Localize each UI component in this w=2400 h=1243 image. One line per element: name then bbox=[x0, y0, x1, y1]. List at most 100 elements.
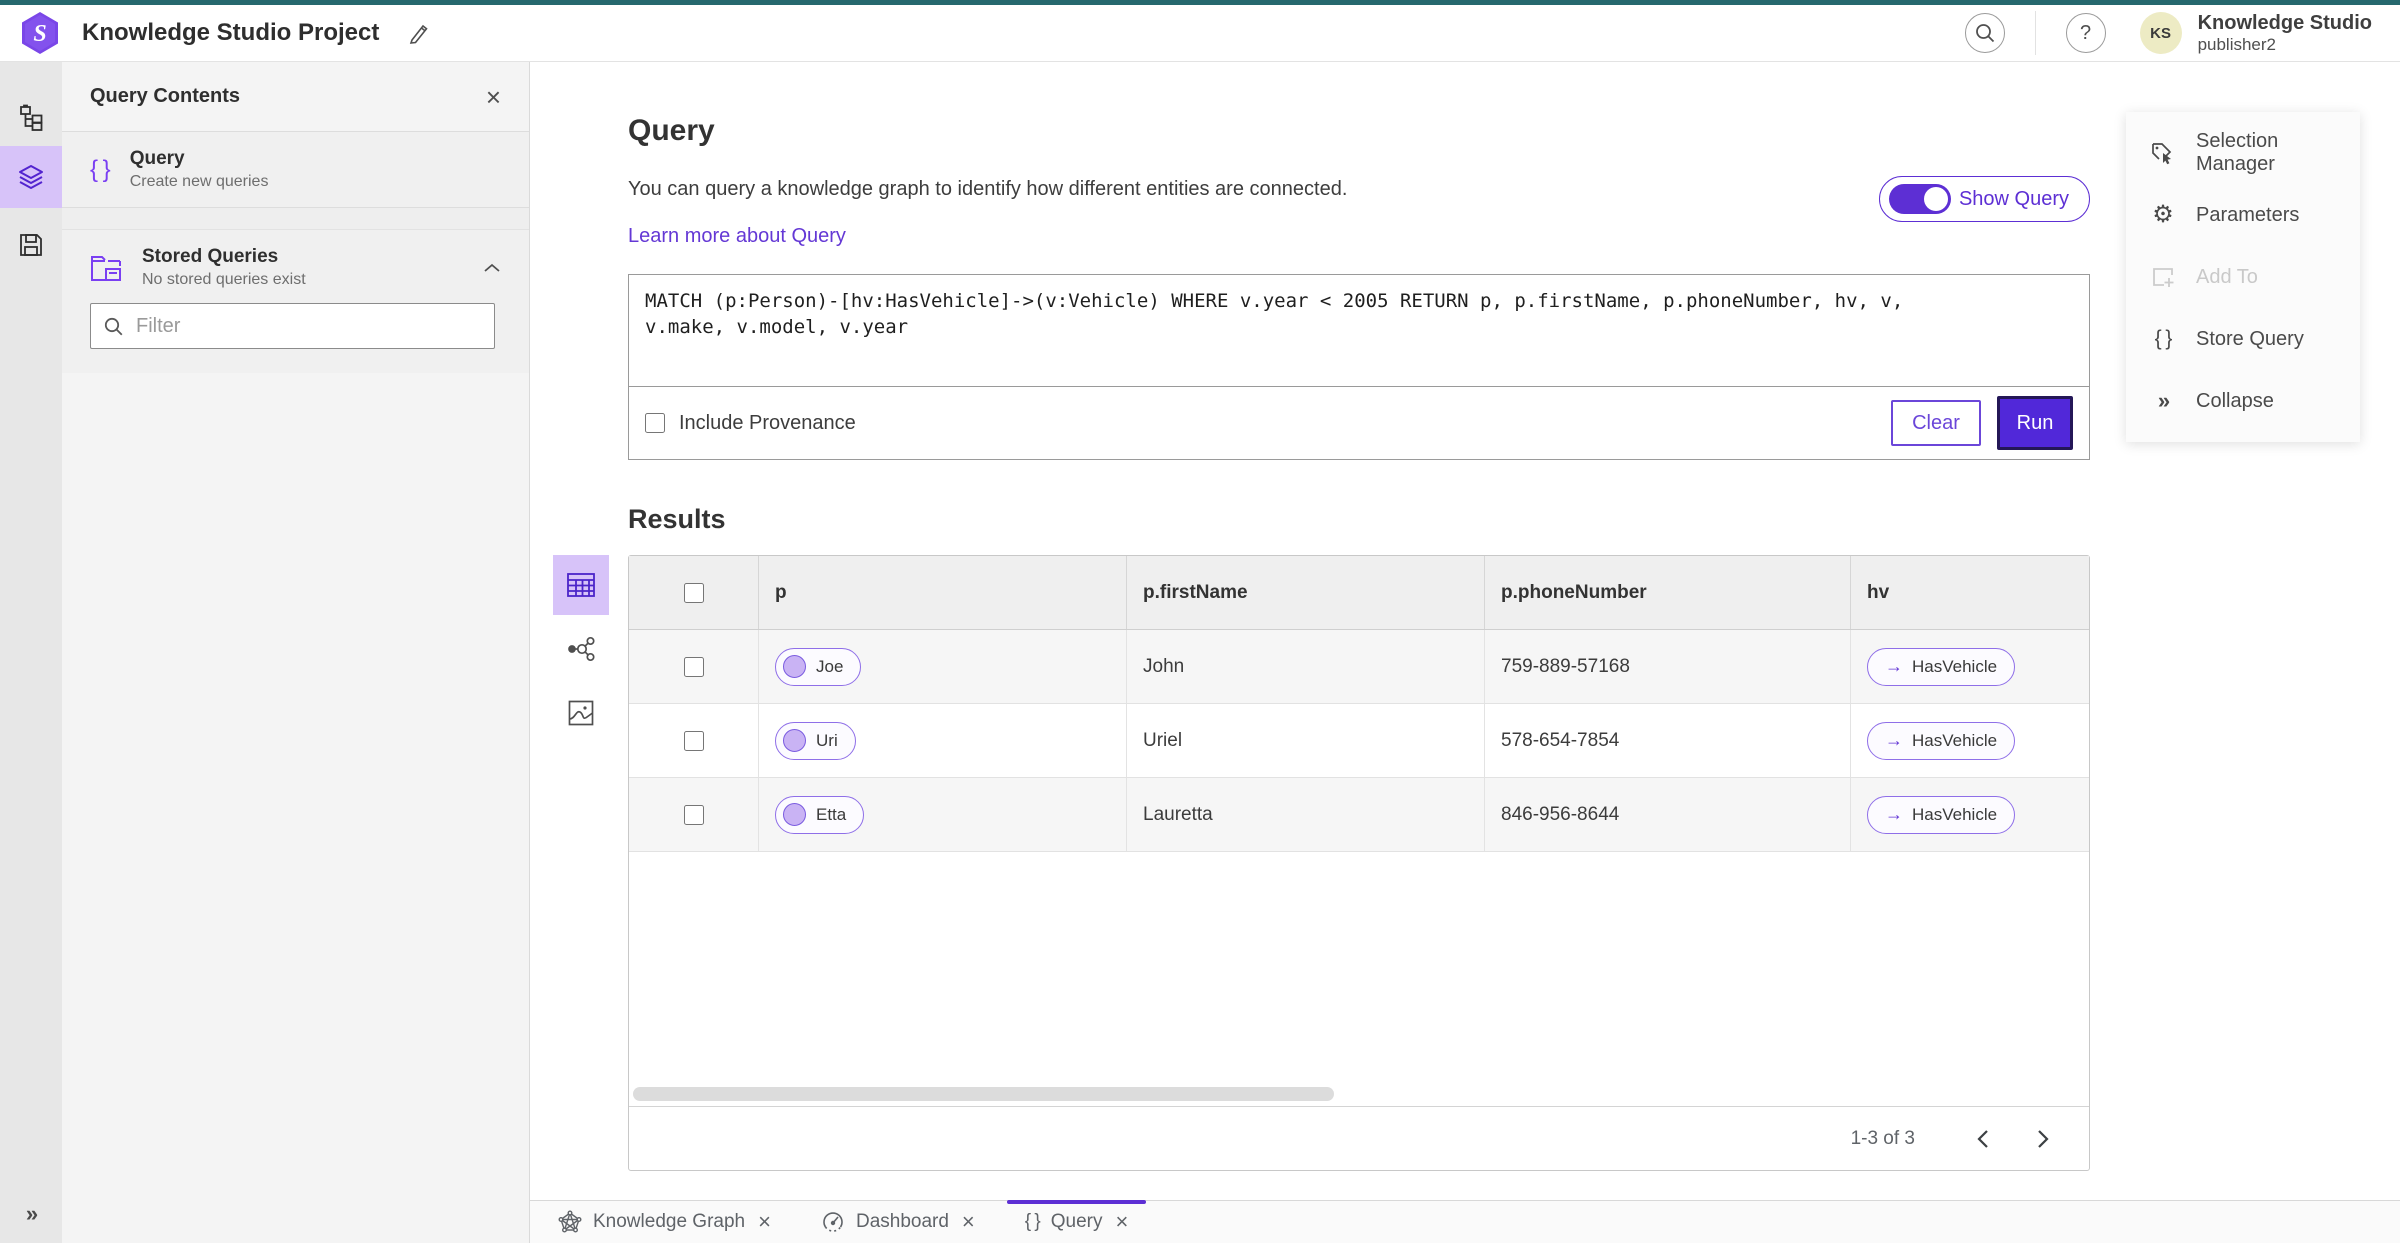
hierarchy-tree-icon bbox=[19, 104, 42, 131]
show-query-toggle[interactable]: Show Query bbox=[1878, 176, 2090, 222]
show-query-label: Show Query bbox=[1958, 187, 2069, 210]
parameters-button[interactable]: ⚙ Parameters bbox=[2126, 184, 2360, 246]
search-button[interactable] bbox=[1964, 13, 2005, 53]
table-view-button[interactable] bbox=[553, 555, 609, 615]
user-avatar[interactable]: KS bbox=[2139, 12, 2182, 54]
table-row: Joe John 759-889-57168 → HasVehicle bbox=[629, 630, 2089, 704]
previous-page-button[interactable] bbox=[1967, 1123, 1999, 1155]
graph-view-icon bbox=[568, 636, 595, 662]
product-name: Knowledge Studio bbox=[2197, 11, 2372, 34]
query-editor-footer: Include Provenance Clear Run bbox=[629, 387, 2089, 459]
query-text-editor[interactable]: MATCH (p:Person)-[hv:HasVehicle]->(v:Veh… bbox=[629, 275, 2089, 387]
header-divider bbox=[2034, 11, 2036, 55]
help-icon: ? bbox=[2080, 21, 2092, 44]
row-checkbox[interactable] bbox=[683, 804, 704, 825]
edge-arrow-icon: → bbox=[1885, 804, 1903, 824]
help-button[interactable]: ? bbox=[2065, 13, 2106, 53]
query-editor-container: MATCH (p:Person)-[hv:HasVehicle]->(v:Veh… bbox=[628, 274, 2090, 1169]
include-provenance-checkbox[interactable] bbox=[645, 413, 665, 433]
selection-manager-button[interactable]: Selection Manager bbox=[2126, 122, 2360, 184]
query-actions-menu: Selection Manager ⚙ Parameters Add To { … bbox=[2126, 112, 2360, 442]
edit-title-icon[interactable] bbox=[407, 21, 431, 45]
table-empty-space bbox=[629, 852, 2089, 1106]
query-contents-panel: Query Contents × { } Query Create new qu… bbox=[62, 62, 530, 1243]
user-info: Knowledge Studio publisher2 bbox=[2198, 12, 2372, 55]
include-provenance-label: Include Provenance bbox=[679, 411, 856, 434]
panel-section-gap bbox=[62, 208, 529, 230]
collapse-icon: » bbox=[2157, 388, 2170, 413]
column-header-p[interactable]: p bbox=[759, 556, 1127, 629]
tab-query-active[interactable]: { } Query × bbox=[1006, 1200, 1146, 1243]
braces-icon: { } bbox=[2154, 327, 2173, 350]
add-to-button-disabled: Add To bbox=[2126, 246, 2360, 308]
layers-icon bbox=[19, 165, 43, 189]
column-header-phonenumber[interactable]: p.phoneNumber bbox=[1485, 556, 1851, 629]
tab-knowledge-graph[interactable]: Knowledge Graph × bbox=[544, 1201, 785, 1243]
rail-model-tree-button[interactable] bbox=[0, 88, 62, 146]
results-view-switcher bbox=[553, 555, 609, 743]
learn-more-link[interactable]: Learn more about Query bbox=[628, 225, 846, 248]
rail-layers-button-active[interactable] bbox=[0, 146, 62, 208]
next-page-button[interactable] bbox=[2027, 1123, 2059, 1155]
graph-view-button[interactable] bbox=[553, 619, 609, 679]
collapse-menu-button[interactable]: » Collapse bbox=[2126, 370, 2360, 432]
select-all-checkbox[interactable] bbox=[683, 582, 704, 603]
panel-title: Query Contents bbox=[90, 85, 241, 107]
svg-text:S: S bbox=[33, 21, 46, 47]
dashboard-gauge-icon bbox=[823, 1212, 843, 1232]
filter-input[interactable] bbox=[136, 314, 482, 338]
toggle-knob bbox=[1923, 187, 1948, 211]
project-title: Knowledge Studio Project bbox=[82, 19, 380, 46]
column-header-hv[interactable]: hv bbox=[1851, 556, 2089, 629]
cell-firstname: Lauretta bbox=[1127, 778, 1485, 851]
table-row: Uri Uriel 578-654-7854 → HasVehicle bbox=[629, 704, 2089, 778]
add-to-icon bbox=[2153, 268, 2174, 287]
close-tab-icon[interactable]: × bbox=[962, 1211, 975, 1233]
stored-queries-header[interactable]: Stored Queries No stored queries exist bbox=[90, 246, 501, 289]
chevron-right-icon bbox=[2038, 1129, 2049, 1148]
braces-icon: { } bbox=[1024, 1211, 1041, 1232]
edge-chip[interactable]: → HasVehicle bbox=[1867, 795, 2016, 834]
node-chip[interactable]: Etta bbox=[775, 795, 865, 834]
row-checkbox[interactable] bbox=[683, 730, 704, 751]
node-chip[interactable]: Joe bbox=[775, 647, 862, 686]
edge-chip[interactable]: → HasVehicle bbox=[1867, 721, 2016, 760]
chevron-left-icon bbox=[1977, 1129, 1988, 1148]
stored-queries-section: Stored Queries No stored queries exist bbox=[62, 230, 529, 373]
map-view-button[interactable] bbox=[553, 683, 609, 743]
chevron-up-icon bbox=[484, 263, 500, 272]
left-rail: » bbox=[0, 62, 62, 1243]
horizontal-scrollbar[interactable] bbox=[633, 1087, 1334, 1101]
store-query-button[interactable]: { } Store Query bbox=[2126, 308, 2360, 370]
tab-dashboard[interactable]: Dashboard × bbox=[807, 1201, 989, 1243]
close-tab-icon[interactable]: × bbox=[758, 1211, 771, 1233]
pagination-bar: 1-3 of 3 bbox=[629, 1106, 2089, 1170]
table-row: Etta Lauretta 846-956-8644 → HasVehicle bbox=[629, 778, 2089, 852]
toggle-track bbox=[1888, 184, 1951, 214]
node-chip[interactable]: Uri bbox=[775, 721, 856, 760]
select-all-cell bbox=[629, 556, 759, 629]
node-icon bbox=[783, 655, 806, 678]
node-icon bbox=[783, 803, 806, 826]
rail-save-button[interactable] bbox=[0, 216, 62, 274]
selection-manager-icon bbox=[2152, 143, 2172, 165]
page-title: Query bbox=[628, 114, 715, 147]
cell-phonenumber: 578-654-7854 bbox=[1485, 704, 1851, 777]
gear-icon: ⚙ bbox=[2152, 201, 2174, 228]
close-tab-icon[interactable]: × bbox=[1116, 1211, 1129, 1233]
panel-close-icon[interactable]: × bbox=[486, 84, 501, 110]
query-description: You can query a knowledge graph to ident… bbox=[628, 178, 1348, 200]
run-button[interactable]: Run bbox=[1997, 396, 2073, 450]
expand-rail-button[interactable]: » bbox=[0, 1201, 62, 1227]
results-table-card: p p.firstName p.phoneNumber hv Joe John … bbox=[628, 555, 2090, 1171]
sidebar-item-query[interactable]: { } Query Create new queries bbox=[62, 132, 529, 208]
query-item-subtitle: Create new queries bbox=[129, 173, 269, 190]
results-heading: Results bbox=[628, 504, 726, 534]
edge-chip[interactable]: → HasVehicle bbox=[1867, 647, 2016, 686]
column-header-firstname[interactable]: p.firstName bbox=[1127, 556, 1485, 629]
cell-firstname: Uriel bbox=[1127, 704, 1485, 777]
stored-queries-folder-icon bbox=[91, 255, 121, 281]
row-checkbox[interactable] bbox=[683, 656, 704, 677]
map-view-icon bbox=[568, 700, 594, 726]
clear-button[interactable]: Clear bbox=[1891, 400, 1981, 446]
